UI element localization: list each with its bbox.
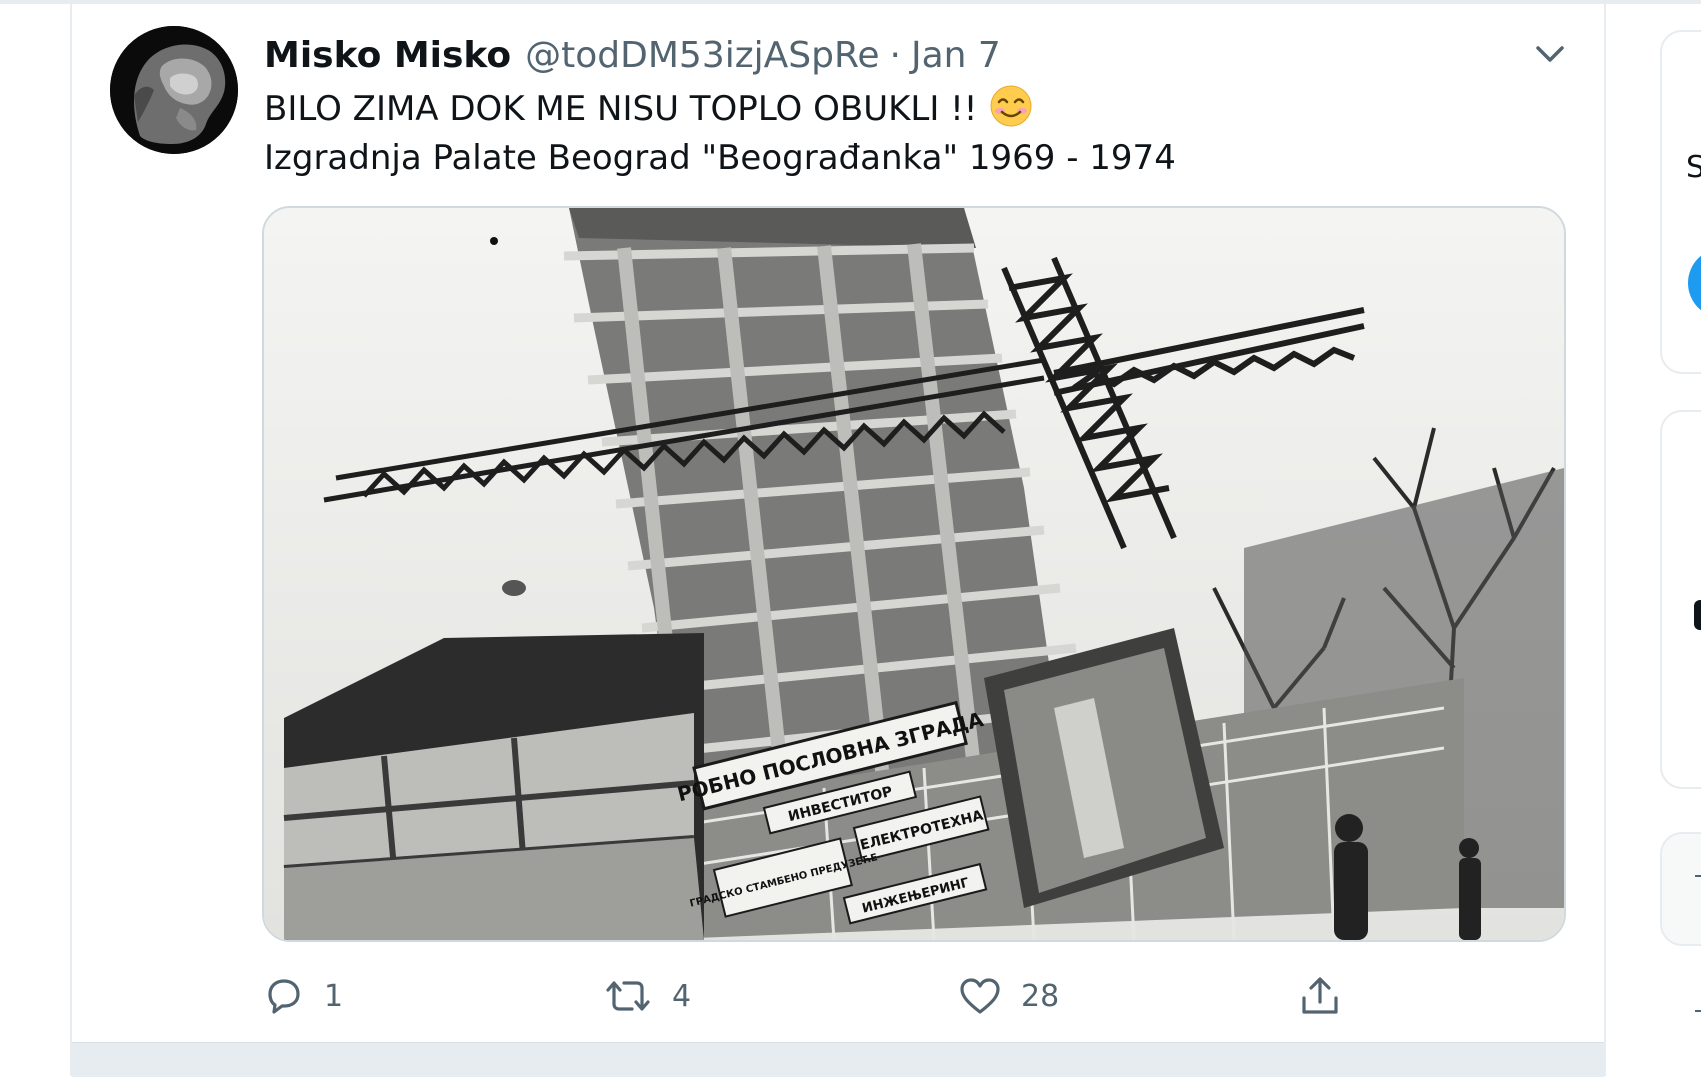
share-icon xyxy=(1302,977,1338,1014)
tweet[interactable]: Misko Misko @todDM53izjASpRe · Jan 7 BILO Z… xyxy=(72,4,1604,1042)
more-options-chevron-icon[interactable] xyxy=(1530,38,1570,72)
sidebar-card-footer[interactable] xyxy=(1660,832,1701,946)
sidebar-card-trends[interactable] xyxy=(1660,30,1701,374)
retweet-count: 4 xyxy=(672,978,692,1014)
tweet-text-line-1: BILO ZIMA DOK ME NISU TOPLO OBUKLI !! xyxy=(264,84,1033,141)
sidebar-partial-text: S xyxy=(1686,150,1701,185)
author-name[interactable]: Misko Misko xyxy=(264,35,511,76)
tweet-photo[interactable]: РОБНО ПОСЛОВНА ЗГРАДА ИНВЕСТИТОР ЕЛЕКТРО… xyxy=(262,206,1566,942)
tweet-text-1: BILO ZIMA DOK ME NISU TOPLO OBUKLI !! xyxy=(264,89,978,129)
construction-photo: РОБНО ПОСЛОВНА ЗГРАДА ИНВЕСТИТОР ЕЛЕКТРО… xyxy=(264,208,1564,940)
like-button[interactable]: 28 xyxy=(957,970,1059,1022)
reply-button[interactable]: 1 xyxy=(262,970,343,1022)
avatar[interactable] xyxy=(110,26,238,154)
lion-avatar-image xyxy=(110,26,238,154)
reply-count: 1 xyxy=(324,978,344,1014)
share-button[interactable] xyxy=(1297,970,1343,1022)
sidebar-dash xyxy=(1695,875,1701,877)
tweet-header: Misko Misko @todDM53izjASpRe · Jan 7 xyxy=(264,28,1001,84)
tweet-text-line-2: Izgradnja Palate Beograd "Beograđanka" 1… xyxy=(264,138,1176,178)
reply-icon xyxy=(268,979,300,1014)
smiling-face-emoji-icon xyxy=(989,84,1033,141)
author-handle[interactable]: @todDM53izjASpRe xyxy=(525,35,879,76)
sidebar-partial-icon xyxy=(1694,600,1701,630)
sidebar-dash-2 xyxy=(1695,1010,1701,1012)
timeline-right-border xyxy=(1604,0,1606,1076)
tweet-date[interactable]: Jan 7 xyxy=(911,35,1001,76)
next-tweet-divider xyxy=(72,1042,1604,1077)
separator-dot: · xyxy=(889,35,901,76)
like-count: 28 xyxy=(1021,978,1060,1014)
sidebar-card-follow[interactable] xyxy=(1660,410,1701,789)
heart-icon xyxy=(960,978,1000,1014)
retweet-button[interactable]: 4 xyxy=(602,970,691,1022)
retweet-icon xyxy=(606,981,650,1011)
